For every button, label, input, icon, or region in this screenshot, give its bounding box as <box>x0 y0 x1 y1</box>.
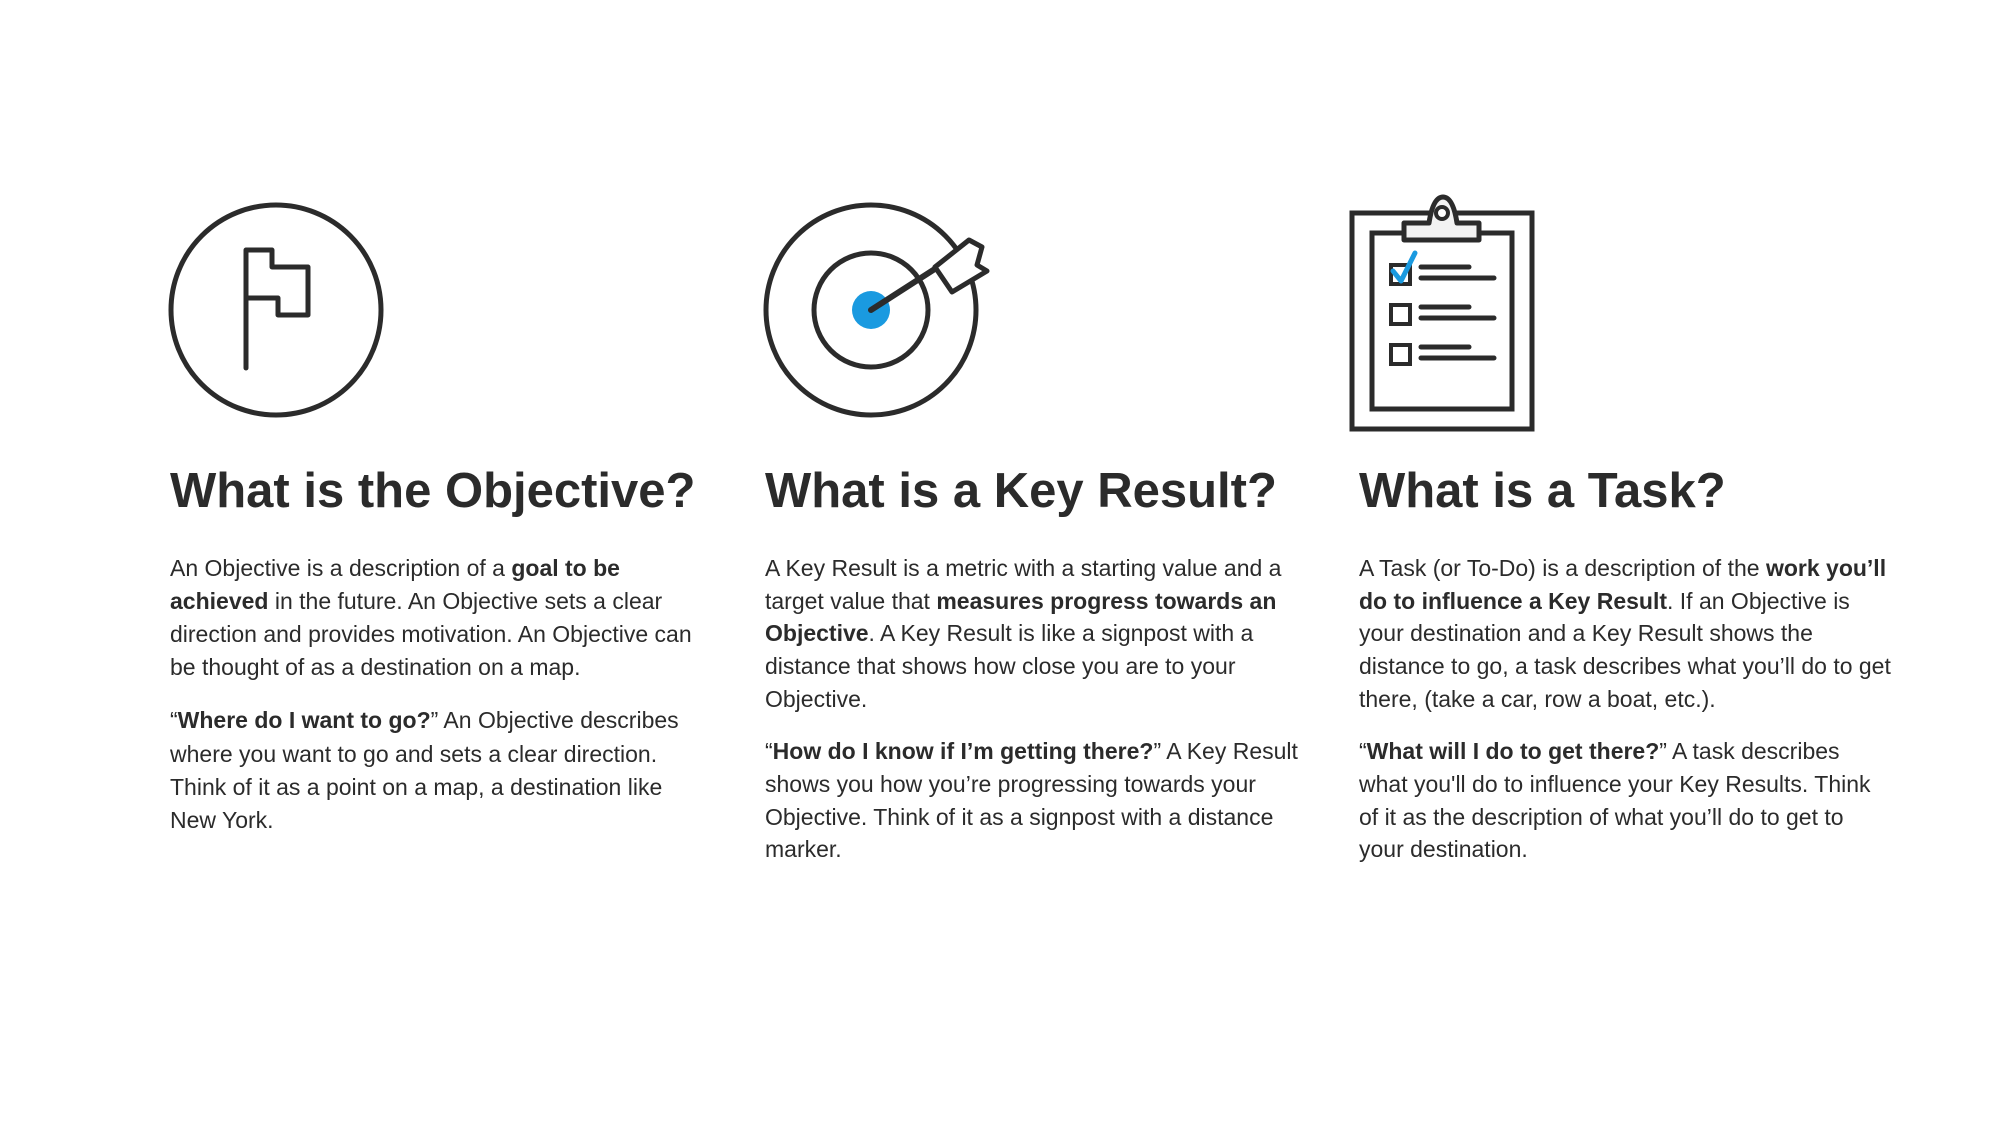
clipboard-checklist-icon <box>1349 185 1609 435</box>
task-heading: What is a Task? <box>1359 464 1726 518</box>
objective-heading: What is the Objective? <box>170 464 696 518</box>
keyresult-description: A Key Result is a metric with a starting… <box>765 552 1300 886</box>
keyresult-heading: What is a Key Result? <box>765 464 1277 518</box>
objective-question: Where do I want to go? <box>177 707 431 734</box>
task-question: What will I do to get there? <box>1366 738 1660 765</box>
objective-paragraph-2: “Where do I want to go?” An Objective de… <box>170 707 679 833</box>
task-paragraph-1: A Task (or To-Do) is a description of th… <box>1359 555 1891 712</box>
flag-in-circle-icon <box>160 185 420 435</box>
objective-description: An Objective is a description of a goal … <box>170 552 705 857</box>
keyresult-paragraph-2: “How do I know if I’m getting there?” A … <box>765 738 1298 863</box>
task-paragraph-2: “What will I do to get there?” A task de… <box>1359 738 1871 863</box>
task-description: A Task (or To-Do) is a description of th… <box>1359 552 1894 886</box>
keyresult-paragraph-1: A Key Result is a metric with a starting… <box>765 555 1282 712</box>
objective-paragraph-1: An Objective is a description of a goal … <box>170 555 692 681</box>
target-with-arrow-icon <box>755 185 1015 435</box>
keyresult-question: How do I know if I’m getting there? <box>772 738 1154 765</box>
